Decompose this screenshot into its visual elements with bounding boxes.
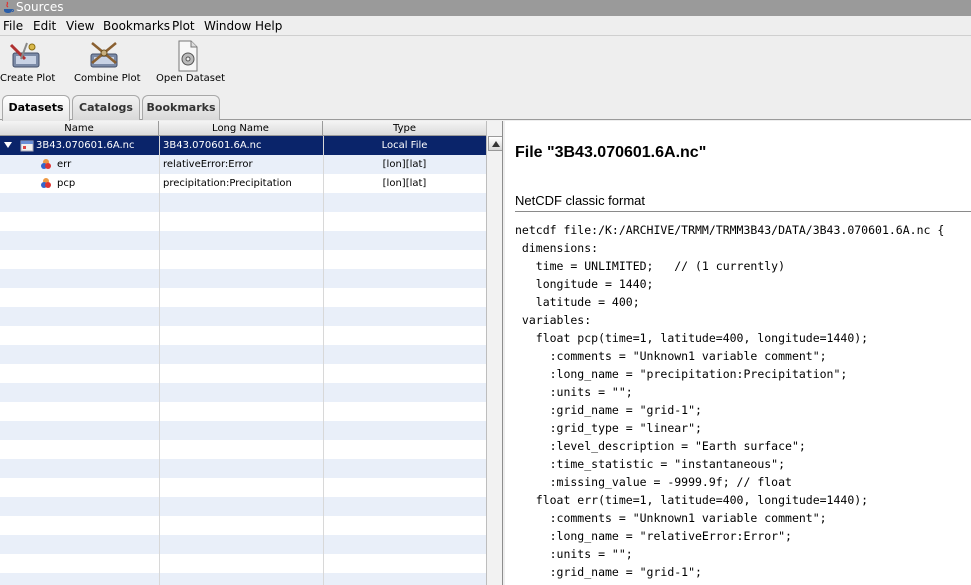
empty-table-row: [0, 307, 486, 326]
create-plot-button[interactable]: Create Plot: [0, 39, 56, 89]
row-type: [lon][lat]: [382, 159, 427, 170]
toolbar: Create Plot Combine Plot Open Dataset: [0, 37, 971, 91]
menu-help[interactable]: Help: [255, 18, 282, 34]
divider: [515, 211, 971, 212]
empty-table-row: [0, 345, 486, 364]
column-header-type[interactable]: Type: [323, 121, 486, 136]
cdl-line: netcdf file:/K:/ARCHIVE/TRMM/TRMM3B43/DA…: [515, 223, 945, 237]
cdl-line: :grid_type = "linear";: [515, 421, 702, 435]
tab-datasets[interactable]: Datasets: [2, 95, 70, 121]
cdl-line: longitude = 1440;: [515, 277, 654, 291]
column-divider: [159, 136, 160, 585]
window-title: Sources: [16, 0, 64, 14]
cdl-line: variables:: [515, 313, 592, 327]
cdl-line: time = UNLIMITED; // (1 currently): [515, 259, 786, 273]
empty-table-row: [0, 402, 486, 421]
cdl-line: :grid_name = "grid-1";: [515, 403, 702, 417]
empty-table-row: [0, 497, 486, 516]
row-type: [lon][lat]: [382, 178, 427, 189]
open-dataset-button[interactable]: Open Dataset: [156, 39, 226, 89]
empty-table-row: [0, 421, 486, 440]
empty-table-row: [0, 440, 486, 459]
menu-view[interactable]: View: [66, 18, 94, 34]
empty-table-row: [0, 554, 486, 573]
column-header-long-name[interactable]: Long Name: [159, 121, 323, 136]
cdl-line: :time_statistic = "instantaneous";: [515, 457, 786, 471]
tab-bar: Datasets Catalogs Bookmarks: [0, 92, 971, 121]
row-long-name: 3B43.070601.6A.nc: [163, 140, 262, 151]
menu-edit[interactable]: Edit: [33, 18, 56, 34]
file-format: NetCDF classic format: [515, 193, 646, 208]
menu-bar: File Edit View Bookmarks Plot Window Hel…: [0, 16, 971, 36]
datasets-table: Name Long Name Type 3B43.070601.6A.nc 3B…: [0, 121, 503, 585]
column-header-name[interactable]: Name: [0, 121, 159, 136]
empty-table-row: [0, 326, 486, 345]
row-name: err: [57, 159, 72, 170]
file-title: File "3B43.070601.6A.nc": [515, 144, 707, 161]
cdl-line: :long_name = "relativeError:Error";: [515, 529, 792, 543]
row-long-name: precipitation:Precipitation: [163, 178, 292, 189]
combine-plot-button[interactable]: Combine Plot: [74, 39, 141, 89]
cdl-line: :missing_value = -9999.9f; // float: [515, 475, 792, 489]
empty-table-row: [0, 478, 486, 497]
row-long-name: relativeError:Error: [163, 159, 253, 170]
variable-icon: [40, 174, 54, 193]
menu-bookmarks[interactable]: Bookmarks: [103, 18, 170, 34]
cdl-line: float pcp(time=1, latitude=400, longitud…: [515, 331, 869, 345]
empty-table-row: [0, 516, 486, 535]
empty-table-row: [0, 383, 486, 402]
cdl-text: netcdf file:/K:/ARCHIVE/TRMM/TRMM3B43/DA…: [515, 221, 944, 581]
cdl-line: :long_name = "precipitation:Precipitatio…: [515, 367, 848, 381]
combine-plot-icon: [86, 39, 122, 73]
empty-table-row: [0, 459, 486, 478]
table-row[interactable]: 3B43.070601.6A.nc 3B43.070601.6A.nc Loca…: [0, 136, 486, 155]
empty-table-row: [0, 535, 486, 554]
dataset-file-icon: [20, 136, 36, 155]
empty-table-row: [0, 288, 486, 307]
empty-table-row: [0, 231, 486, 250]
column-divider: [323, 136, 324, 585]
cdl-line: :units = "";: [515, 547, 633, 561]
cdl-line: float err(time=1, latitude=400, longitud…: [515, 493, 869, 507]
table-body: 3B43.070601.6A.nc 3B43.070601.6A.nc Loca…: [0, 136, 486, 585]
empty-table-row: [0, 364, 486, 383]
empty-table-row: [0, 250, 486, 269]
cdl-line: :units = "";: [515, 385, 633, 399]
empty-table-row: [0, 269, 486, 288]
menu-file[interactable]: File: [3, 18, 23, 34]
row-type: Local File: [381, 140, 428, 151]
variable-icon: [40, 155, 54, 174]
open-dataset-icon: [169, 39, 205, 73]
scroll-up-button[interactable]: [488, 136, 502, 151]
cdl-line: :grid_name = "grid-1";: [515, 565, 702, 579]
empty-table-row: [0, 193, 486, 212]
tab-bookmarks[interactable]: Bookmarks: [142, 95, 220, 120]
window-titlebar[interactable]: Sources: [0, 0, 971, 16]
cdl-line: dimensions:: [515, 241, 599, 255]
tab-catalogs[interactable]: Catalogs: [72, 95, 140, 120]
open-dataset-label: Open Dataset: [156, 73, 226, 84]
menu-plot[interactable]: Plot: [172, 18, 195, 34]
menu-window[interactable]: Window: [204, 18, 251, 34]
empty-table-row: [0, 573, 486, 585]
cdl-line: :comments = "Unknown1 variable comment";: [515, 349, 827, 363]
table-row[interactable]: pcp precipitation:Precipitation [lon][la…: [0, 174, 486, 193]
create-plot-label: Create Plot: [0, 73, 56, 84]
table-header: Name Long Name Type: [0, 121, 486, 136]
collapse-toggle-icon[interactable]: [3, 136, 15, 155]
empty-table-row: [0, 212, 486, 231]
row-name: pcp: [57, 178, 76, 189]
dataset-detail-panel: File "3B43.070601.6A.nc" NetCDF classic …: [505, 121, 971, 585]
cdl-line: :level_description = "Earth surface";: [515, 439, 806, 453]
row-name: 3B43.070601.6A.nc: [36, 140, 135, 151]
cdl-line: latitude = 400;: [515, 295, 640, 309]
cdl-line: :comments = "Unknown1 variable comment";: [515, 511, 827, 525]
table-row[interactable]: err relativeError:Error [lon][lat]: [0, 155, 486, 174]
java-icon: [2, 1, 14, 14]
create-plot-icon: [7, 39, 43, 73]
table-vertical-scrollbar[interactable]: [486, 121, 502, 585]
combine-plot-label: Combine Plot: [74, 73, 141, 84]
